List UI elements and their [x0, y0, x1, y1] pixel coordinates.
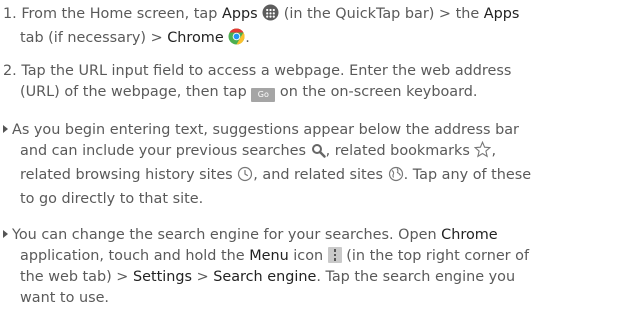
menu-dots-icon	[327, 247, 342, 263]
bullet-2-line-3: the web tab) > Settings > Search engine.…	[20, 269, 516, 285]
clock-icon	[237, 166, 253, 189]
bullet-arrow-icon	[3, 230, 8, 238]
bullet-2-line-2: application, touch and hold the Menu ico…	[20, 247, 530, 264]
step-1-line-2: tab (if necessary) > Chrome .	[0, 28, 622, 52]
chrome-label: Chrome	[441, 227, 498, 243]
bullet-1-line-1: As you begin entering text, suggestions …	[0, 120, 622, 141]
bullet-1-line-4: to go directly to that site.	[20, 191, 204, 207]
search-icon	[311, 143, 326, 165]
apps-label: Apps	[221, 6, 258, 22]
bullet-2-line-1: You can change the search engine for you…	[0, 225, 622, 246]
step-1-line-1: 1. From the Home screen, tap Apps (in th…	[0, 4, 622, 28]
step-2: 2. Tap the URL input field to access a w…	[0, 61, 622, 103]
bullet-1-line-2: and can include your previous searches ,…	[0, 140, 622, 165]
chrome-label: Chrome	[167, 30, 224, 46]
step-2-line-1: 2. Tap the URL input field to access a w…	[3, 63, 512, 79]
bullet-1-line-3: related browsing history sites , and rel…	[0, 165, 622, 189]
bullet-arrow-icon	[3, 125, 8, 133]
go-key-icon: Go	[251, 88, 276, 102]
bullet-1: As you begin entering text, suggestions …	[0, 120, 622, 210]
step-1: 1. From the Home screen, tap Apps (in th…	[0, 4, 622, 52]
globe-icon	[388, 166, 404, 189]
step-1-number: 1.	[3, 6, 17, 22]
step-2-line-2: (URL) of the webpage, then tap Go on the…	[20, 84, 478, 102]
bullet-2: You can change the search engine for you…	[0, 225, 622, 309]
menu-label: Menu	[249, 248, 289, 264]
step-2-number: 2.	[3, 63, 17, 79]
apps-grid-icon	[262, 4, 279, 28]
chrome-logo-icon	[228, 28, 245, 52]
star-outline-icon	[474, 140, 492, 165]
bullet-2-line-4: want to use.	[20, 290, 109, 306]
search-engine-label: Search engine	[213, 269, 317, 285]
apps-tab-label: Apps	[483, 6, 520, 22]
settings-label: Settings	[132, 269, 192, 285]
